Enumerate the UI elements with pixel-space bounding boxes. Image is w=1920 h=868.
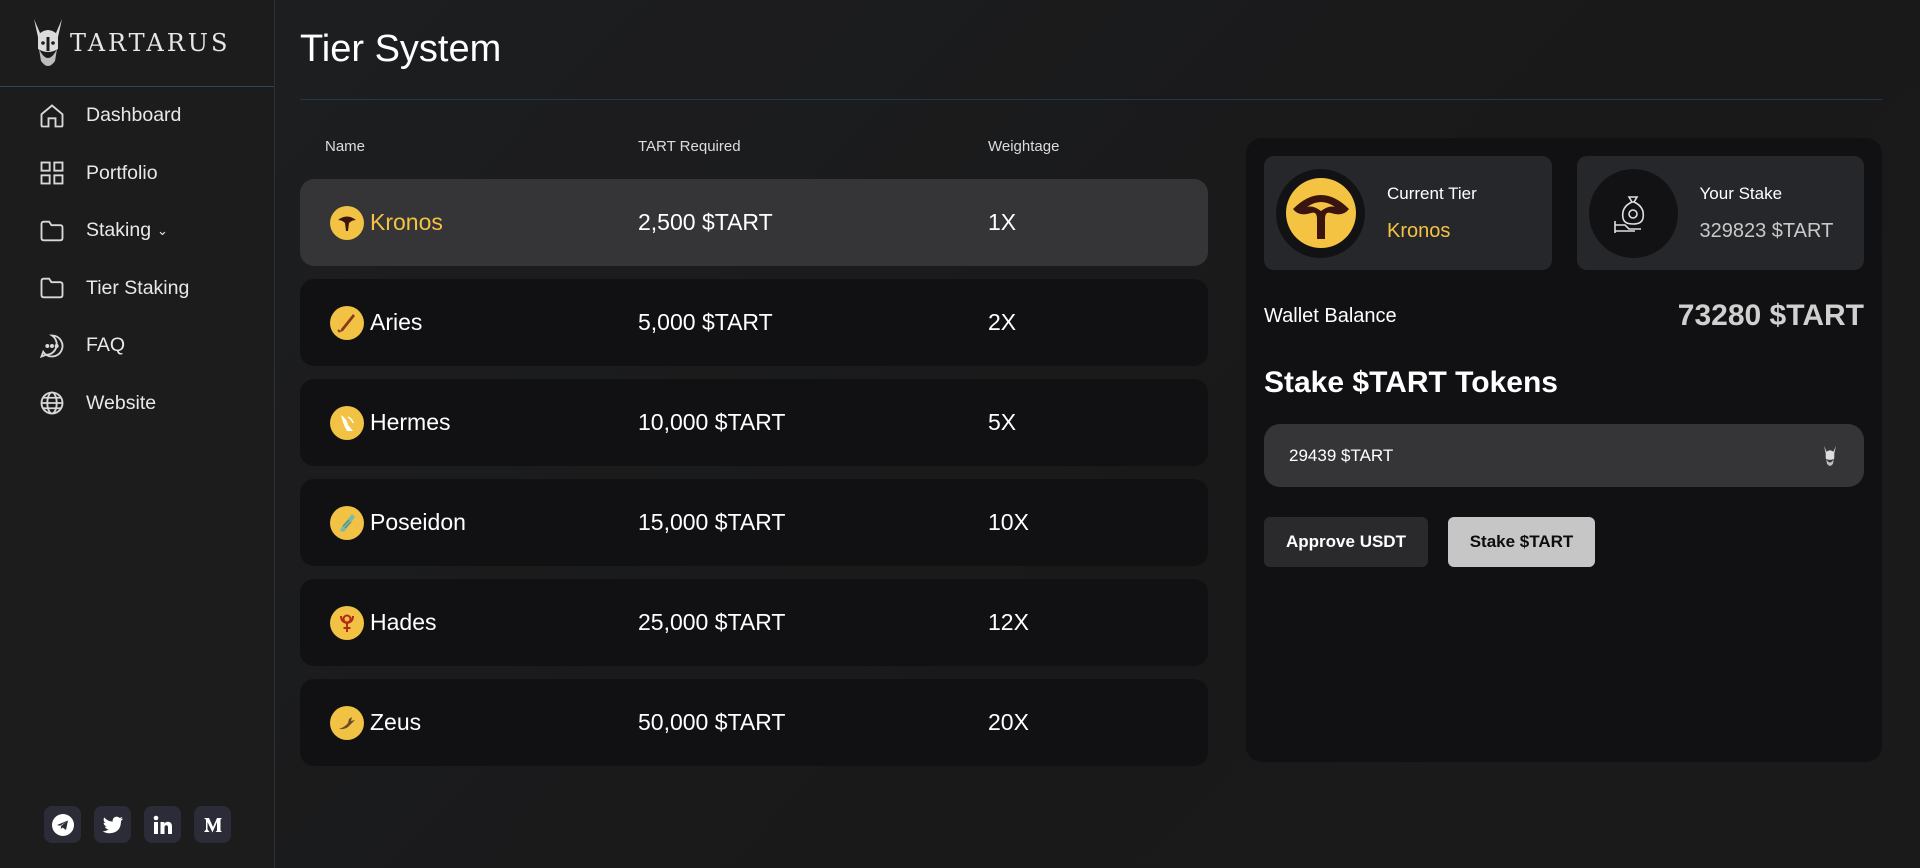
sidebar-item-faq[interactable]: FAQ bbox=[0, 317, 274, 375]
tier-row-poseidon[interactable]: Poseidon 15,000 $TART 10X bbox=[300, 479, 1208, 566]
poseidon-icon bbox=[330, 505, 364, 540]
tier-required: 25,000 $TART bbox=[638, 609, 786, 635]
sidebar-item-label: FAQ bbox=[86, 334, 126, 357]
home-icon bbox=[38, 102, 66, 130]
action-buttons: Approve USDT Stake $TART bbox=[1264, 517, 1864, 567]
info-cards: Current Tier Kronos Your Stake 329823 $T… bbox=[1264, 156, 1864, 270]
kronos-emblem-icon bbox=[1285, 178, 1356, 248]
sidebar-item-website[interactable]: Website bbox=[0, 375, 274, 433]
tier-row-kronos[interactable]: Kronos 2,500 $TART 1X bbox=[300, 179, 1208, 266]
sidebar-item-label: Portfolio bbox=[86, 161, 158, 184]
tier-row-hermes[interactable]: Hermes 10,000 $TART 5X bbox=[300, 379, 1208, 466]
logo[interactable]: TARTARUS bbox=[0, 0, 274, 87]
tier-required: 10,000 $TART bbox=[638, 409, 786, 435]
twitter-icon bbox=[102, 816, 123, 833]
approve-usdt-button[interactable]: Approve USDT bbox=[1264, 517, 1428, 567]
your-stake-avatar bbox=[1588, 168, 1678, 258]
kronos-icon bbox=[330, 205, 364, 240]
column-header-name: Name bbox=[325, 137, 366, 155]
tier-weightage: 20X bbox=[988, 709, 1029, 735]
stake-title: Stake $TART Tokens bbox=[1264, 366, 1558, 399]
tier-required: 15,000 $TART bbox=[638, 509, 786, 535]
table-header: Name TART Required Weightage bbox=[300, 113, 1208, 179]
tier-weightage: 10X bbox=[988, 509, 1029, 535]
current-tier-label: Current Tier bbox=[1387, 183, 1477, 203]
page-title: Tier System bbox=[300, 28, 502, 70]
tier-table: Name TART Required Weightage Kronos 2,50… bbox=[300, 113, 1208, 779]
linkedin-icon bbox=[153, 815, 172, 834]
social-links bbox=[44, 806, 231, 843]
telegram-icon bbox=[51, 813, 74, 836]
tier-required: 5,000 $TART bbox=[638, 309, 773, 335]
sidebar: TARTARUS Dashboard Portfolio Staking ⌄ T… bbox=[0, 0, 275, 868]
aries-icon bbox=[330, 305, 364, 340]
tier-required: 50,000 $TART bbox=[638, 709, 786, 735]
linkedin-button[interactable] bbox=[144, 806, 181, 843]
main-content: Tier System Name TART Required Weightage… bbox=[300, 0, 1882, 766]
stake-button[interactable]: Stake $TART bbox=[1448, 517, 1595, 567]
wallet-balance-label: Wallet Balance bbox=[1264, 304, 1397, 327]
twitter-button[interactable] bbox=[94, 806, 131, 843]
hermes-icon bbox=[330, 405, 364, 440]
sidebar-item-label: Staking bbox=[86, 219, 152, 242]
sidebar-item-label: Website bbox=[86, 391, 157, 414]
stake-panel: Current Tier Kronos Your Stake 329823 $T… bbox=[1246, 138, 1882, 762]
tier-name: Aries bbox=[370, 309, 423, 335]
chevron-down-icon: ⌄ bbox=[157, 222, 168, 238]
zeus-icon bbox=[330, 705, 364, 740]
column-header-required: TART Required bbox=[638, 137, 741, 155]
tier-weightage: 12X bbox=[988, 609, 1029, 635]
stake-amount-field[interactable] bbox=[1264, 424, 1864, 487]
sidebar-item-label: Dashboard bbox=[86, 104, 182, 127]
title-divider bbox=[300, 99, 1882, 100]
sidebar-item-portfolio[interactable]: Portfolio bbox=[0, 145, 274, 203]
sidebar-item-staking[interactable]: Staking ⌄ bbox=[0, 202, 274, 260]
medium-icon bbox=[203, 817, 222, 832]
current-tier-card: Current Tier Kronos bbox=[1264, 156, 1552, 270]
column-header-weightage: Weightage bbox=[988, 137, 1060, 155]
telegram-button[interactable] bbox=[44, 806, 81, 843]
tier-name: Poseidon bbox=[370, 509, 466, 535]
tier-name: Kronos bbox=[370, 209, 443, 235]
tier-weightage: 2X bbox=[988, 309, 1017, 335]
wallet-balance: Wallet Balance 73280 $TART bbox=[1264, 296, 1864, 336]
tier-name: Zeus bbox=[370, 709, 422, 735]
tier-weightage: 1X bbox=[988, 209, 1017, 235]
wallet-balance-value: 73280 $TART bbox=[1677, 299, 1864, 332]
stake-amount-input[interactable] bbox=[1289, 445, 1739, 466]
chat-icon bbox=[38, 332, 66, 360]
sidebar-item-label: Tier Staking bbox=[86, 276, 190, 299]
tier-name: Hermes bbox=[370, 409, 451, 435]
current-tier-avatar bbox=[1276, 168, 1365, 258]
folder-icon bbox=[38, 274, 66, 302]
your-stake-value: 329823 $TART bbox=[1699, 219, 1834, 242]
medium-button[interactable] bbox=[194, 806, 231, 843]
tier-required: 2,500 $TART bbox=[638, 209, 773, 235]
hades-icon bbox=[330, 605, 364, 640]
folder-icon bbox=[38, 217, 66, 245]
sidebar-nav: Dashboard Portfolio Staking ⌄ Tier Staki… bbox=[0, 87, 274, 432]
your-stake-label: Your Stake bbox=[1699, 183, 1783, 203]
money-bag-icon bbox=[1614, 196, 1645, 233]
your-stake-card: Your Stake 329823 $TART bbox=[1576, 156, 1864, 270]
viking-helmet-logo-icon bbox=[34, 19, 62, 66]
current-tier-value: Kronos bbox=[1387, 219, 1451, 242]
tier-weightage: 5X bbox=[988, 409, 1017, 435]
sidebar-item-tier-staking[interactable]: Tier Staking bbox=[0, 260, 274, 318]
brand-name: TARTARUS bbox=[70, 29, 231, 57]
globe-icon bbox=[38, 389, 66, 417]
sidebar-item-dashboard[interactable]: Dashboard bbox=[0, 87, 274, 145]
tartarus-token-icon bbox=[1824, 445, 1836, 466]
tier-row-aries[interactable]: Aries 5,000 $TART 2X bbox=[300, 279, 1208, 366]
tier-row-hades[interactable]: Hades 25,000 $TART 12X bbox=[300, 579, 1208, 666]
tier-name: Hades bbox=[370, 609, 437, 635]
grid-icon bbox=[38, 159, 66, 187]
tier-row-zeus[interactable]: Zeus 50,000 $TART 20X bbox=[300, 679, 1208, 766]
